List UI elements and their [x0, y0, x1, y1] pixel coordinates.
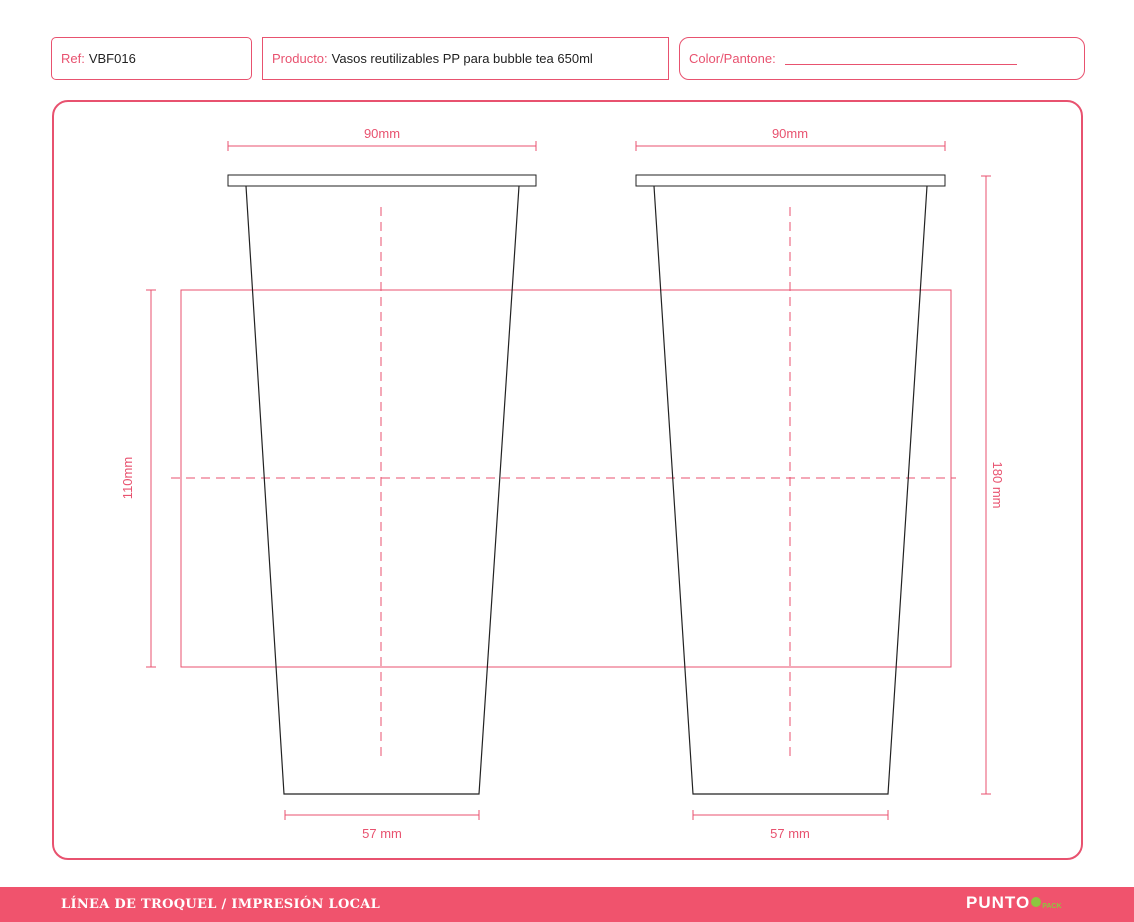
dim-print-height-label: 110mm	[120, 457, 135, 499]
dim-top-width-right-label: 90mm	[772, 126, 808, 141]
dim-total-height	[981, 175, 991, 795]
dim-bottom-width-left	[284, 810, 480, 820]
dim-bottom-width-right	[692, 810, 889, 820]
cup-right	[635, 174, 946, 795]
logo-main-text: PUNTO	[966, 893, 1031, 912]
logo-sub-text: PACK	[1042, 903, 1062, 910]
dim-top-width-left-label: 90mm	[364, 126, 400, 141]
dim-top-width-left	[227, 141, 537, 151]
cup-left-rim	[227, 174, 537, 187]
dim-top-width-right	[635, 141, 946, 151]
dim-bottom-width-right-label: 57 mm	[770, 826, 810, 841]
footer-bar: LÍNEA DE TROQUEL / IMPRESIÓN LOCAL PUNTO…	[0, 887, 1134, 922]
logo-dot-icon	[1031, 897, 1042, 907]
footer-title: LÍNEA DE TROQUEL / IMPRESIÓN LOCAL	[61, 897, 381, 912]
punto-pack-logo: PUNTO PACK	[966, 893, 1062, 917]
dim-bottom-width-left-label: 57 mm	[362, 826, 402, 841]
dieline-diagram: 90mm 90mm 57 mm 57 mm 110mm 180 mm	[120, 126, 1005, 841]
dim-print-height	[146, 289, 156, 668]
cup-left-body	[245, 185, 520, 795]
dim-total-height-label: 180 mm	[990, 462, 1005, 509]
cup-left	[227, 174, 537, 795]
cup-right-rim	[635, 174, 946, 187]
